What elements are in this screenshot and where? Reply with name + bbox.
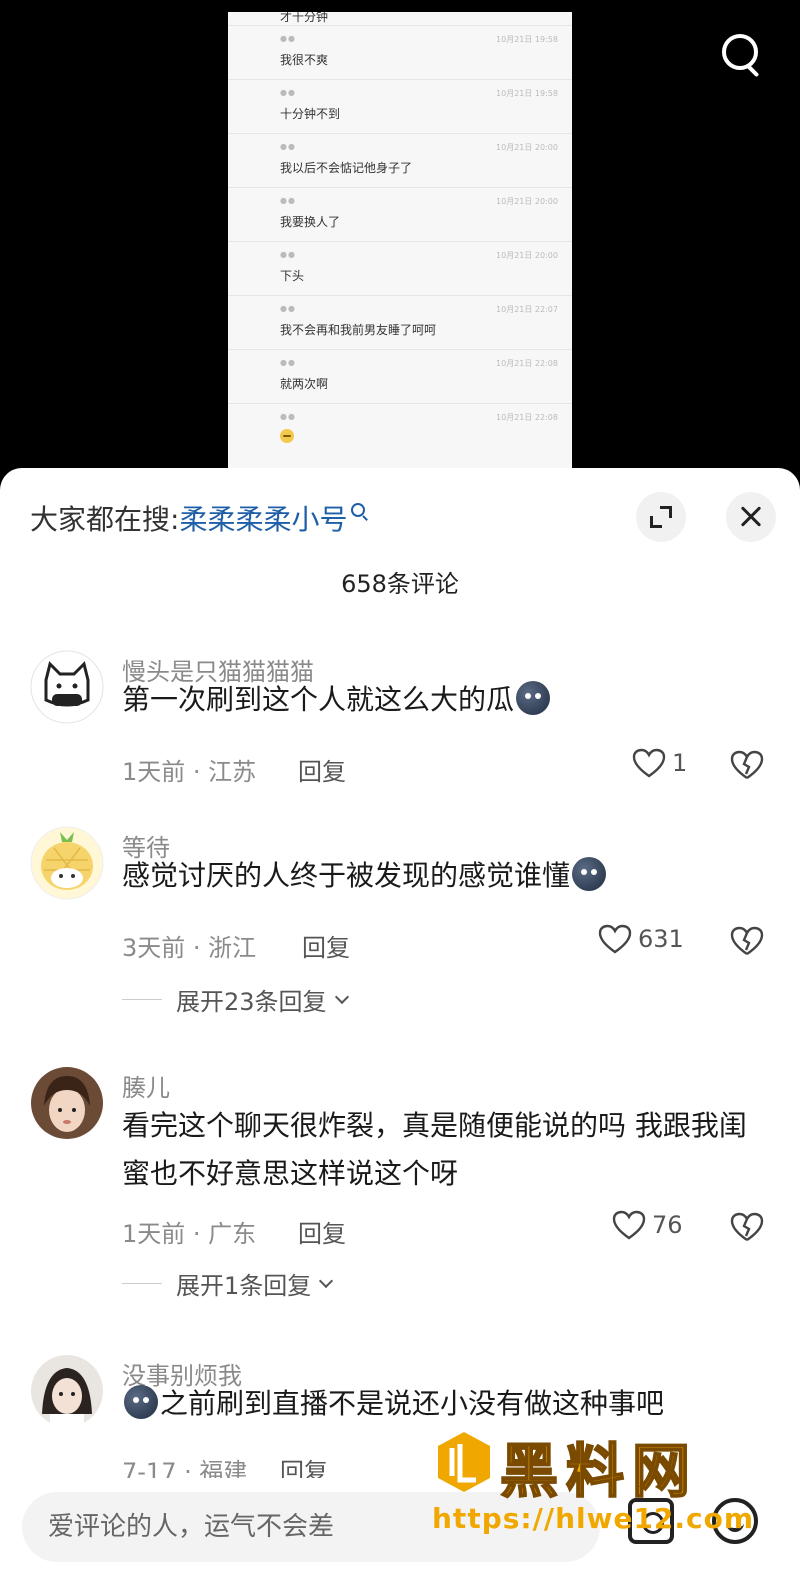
neutral-face-emoji-icon [280, 429, 294, 443]
dislike-icon[interactable] [730, 1212, 764, 1242]
emoji-icon [572, 857, 607, 891]
video-area[interactable]: 才十分钟 ●● 10月21日 19:58 我很不爽 ●● 10月21日 19:5… [0, 0, 800, 490]
comment-text-content: 第一次刷到这个人就这么大的瓜 [122, 683, 515, 716]
heart-icon [598, 924, 632, 954]
chat-message: 十分钟不到 [280, 107, 341, 121]
like-count: 1 [672, 749, 688, 777]
chat-message [280, 429, 294, 446]
expand-replies-label: 展开1条回复 [176, 1272, 312, 1300]
chat-row: ●● 10月21日 19:58 我很不爽 [228, 26, 572, 80]
photo-avatar-icon [31, 1067, 103, 1139]
reply-button[interactable]: 回复 [298, 752, 346, 787]
comment-input-bar: 爱评论的人，运气不会差 [0, 1478, 800, 1582]
chat-time: 10月21日 20:00 [496, 197, 558, 206]
chat-row: ●● 10月21日 20:00 我要换人了 [228, 188, 572, 242]
chat-sender: ●● [280, 34, 296, 43]
chat-message: 我不会再和我前男友睡了呵呵 [280, 323, 437, 337]
comment-meta: 1天前 · 江苏 [122, 758, 257, 786]
like-count: 76 [652, 1211, 683, 1239]
chat-row: ●● 10月21日 20:00 下头 [228, 242, 572, 296]
comment-meta: 1天前 · 广东 [122, 1220, 257, 1248]
chat-message: 我很不爽 [280, 53, 329, 67]
reply-button[interactable]: 回复 [298, 1214, 346, 1249]
divider [122, 1283, 162, 1284]
hot-search[interactable]: 大家都在搜:柔柔柔柔小号 [30, 498, 366, 538]
chat-message: 我要换人了 [280, 215, 341, 229]
chat-sender: ●● [280, 304, 296, 313]
like-button[interactable]: 1 [632, 748, 687, 778]
comment-text: 第一次刷到这个人就这么大的瓜 [122, 676, 772, 724]
chat-sender: ●● [280, 88, 296, 97]
comment-text: 感觉讨厌的人终于被发现的感觉谁懂 [122, 852, 772, 900]
like-button[interactable]: 76 [612, 1210, 683, 1240]
comment-count: 658条评论 [341, 570, 459, 598]
hot-search-keyword[interactable]: 柔柔柔柔小号 [179, 503, 347, 536]
chat-time: 10月21日 19:58 [496, 89, 558, 98]
reply-button[interactable]: 回复 [302, 928, 350, 963]
chat-row: ●● 10月21日 22:08 就两次啊 [228, 350, 572, 404]
chat-sender: ●● [280, 412, 296, 421]
chat-time: 10月21日 20:00 [496, 143, 558, 152]
expand-icon-corner [660, 506, 672, 518]
close-button[interactable] [726, 492, 776, 542]
chat-sender: ●● [280, 358, 296, 367]
expand-replies-button[interactable]: 展开23条回复 [122, 982, 349, 1017]
chat-time: 10月21日 20:00 [496, 251, 558, 260]
chat-time: 10月21日 22:07 [496, 305, 558, 314]
like-count: 631 [638, 925, 684, 953]
comment-text-content: 感觉讨厌的人终于被发现的感觉谁懂 [122, 859, 571, 892]
comment-text: 看完这个聊天很炸裂，真是随便能说的吗 我跟我闺蜜也不好意思这样说这个呀 [122, 1109, 747, 1190]
avatar[interactable] [30, 1066, 104, 1140]
comment-text-content: 之前刷到直播不是说还小没有做这种事吧 [160, 1387, 665, 1420]
image-picker-icon[interactable] [628, 1498, 674, 1544]
username[interactable]: 腠儿 [122, 1068, 170, 1103]
chat-message: 才十分钟 [280, 12, 329, 24]
emoji-icon [516, 681, 551, 715]
expand-replies-button[interactable]: 展开1条回复 [122, 1266, 334, 1301]
chat-time: 10月21日 22:08 [496, 413, 558, 422]
chat-message: 就两次啊 [280, 377, 329, 391]
heart-icon [632, 748, 666, 778]
emoji-button-icon[interactable] [712, 1498, 758, 1544]
comment-input[interactable]: 爱评论的人，运气不会差 [22, 1492, 600, 1562]
divider [122, 999, 162, 1000]
dislike-icon[interactable] [730, 926, 764, 956]
comment-text: 之前刷到直播不是说还小没有做这种事吧 [122, 1380, 772, 1428]
chat-time: 10月21日 19:58 [496, 35, 558, 44]
chevron-down-icon [334, 989, 349, 1004]
comment-meta: 3天前 · 浙江 [122, 934, 257, 962]
expand-button[interactable] [636, 492, 686, 542]
avatar[interactable] [30, 826, 104, 900]
chat-sender: ●● [280, 196, 296, 205]
avatar[interactable] [30, 650, 104, 724]
chat-sender: ●● [280, 142, 296, 151]
chat-row: ●● 10月21日 19:58 十分钟不到 [228, 80, 572, 134]
hot-search-prefix: 大家都在搜: [30, 503, 180, 536]
expand-replies-label: 展开23条回复 [176, 988, 327, 1016]
chat-screenshot: 才十分钟 ●● 10月21日 19:58 我很不爽 ●● 10月21日 19:5… [228, 12, 572, 482]
avatar[interactable] [30, 1354, 104, 1428]
search-small-icon [351, 503, 366, 517]
heart-icon [612, 1210, 646, 1240]
chat-row: 才十分钟 [228, 12, 572, 26]
comment-sheet: 大家都在搜:柔柔柔柔小号 658条评论 慢头是只猫猫猫猫 第一次刷到这个人就这么… [0, 468, 800, 1582]
search-icon[interactable] [720, 32, 764, 76]
chat-row: ●● 10月21日 22:07 我不会再和我前男友睡了呵呵 [228, 296, 572, 350]
chat-message: 我以后不会惦记他身子了 [280, 161, 413, 175]
like-button[interactable]: 631 [598, 924, 684, 954]
sheet-header: 大家都在搜:柔柔柔柔小号 658条评论 [0, 468, 800, 598]
dislike-icon[interactable] [730, 750, 764, 780]
cat-avatar-icon [30, 650, 104, 724]
chat-time: 10月21日 22:08 [496, 359, 558, 368]
chat-row: ●● 10月21日 20:00 我以后不会惦记他身子了 [228, 134, 572, 188]
emoji-icon [124, 1385, 158, 1419]
chevron-down-icon [319, 1273, 334, 1288]
photo-avatar-icon [31, 1355, 103, 1428]
pineapple-avatar-icon [30, 826, 104, 900]
chat-row: ●● 10月21日 22:08 [228, 404, 572, 458]
chat-sender: ●● [280, 250, 296, 259]
chat-message: 下头 [280, 269, 305, 283]
